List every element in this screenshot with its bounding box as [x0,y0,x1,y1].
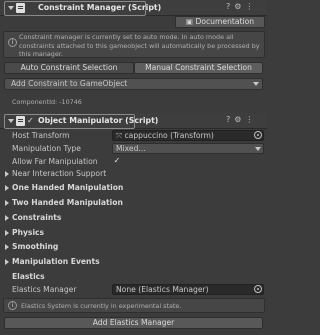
manipulation-type-value: Mixed... [116,144,146,153]
allow-far-label: Allow Far Manipulation [12,157,98,166]
script-icon [16,3,25,13]
caret-right-icon[interactable] [5,185,9,191]
more-icon[interactable]: ⋮ [245,2,253,11]
caret-right-icon[interactable] [5,259,9,265]
foldout-near-interaction[interactable]: Near Interaction Support [12,169,106,178]
more-icon[interactable]: ⋮ [245,115,253,124]
object-manipulator-title: Object Manipulator (Script) [38,116,159,125]
settings-icon[interactable]: ⚙ [234,2,241,11]
component-id: ComponentId: -10746 [12,98,82,106]
tab-auto-constraint[interactable]: Auto Constraint Selection [4,62,134,74]
elastics-manager-field[interactable]: None (Elastics Manager) [112,284,264,295]
elastics-manager-value: None (Elastics Manager) [116,285,209,294]
caret-right-icon[interactable] [5,244,9,250]
target-icon[interactable] [254,131,262,139]
script-icon [16,116,25,126]
foldout-manipulation-events[interactable]: Manipulation Events [12,257,100,266]
info-icon: i [8,38,17,47]
foldout-physics[interactable]: Physics [12,228,44,237]
header-icons: ? ⚙ ⋮ [222,2,253,11]
transform-icon: ⤧ [116,131,125,140]
foldout-one-handed[interactable]: One Handed Manipulation [12,183,123,192]
help-icon[interactable]: ? [226,115,230,124]
foldout-constraints[interactable]: Constraints [12,213,61,222]
add-constraint-label: Add Constraint to GameObject [11,79,128,88]
add-elastics-manager-button[interactable]: Add Elastics Manager [4,317,263,329]
caret-right-icon[interactable] [5,215,9,221]
documentation-button[interactable]: ▣ Documentation [175,16,265,28]
caret-down-icon[interactable] [8,119,14,123]
elastics-manager-label: Elastics Manager [12,285,77,294]
chevron-down-icon [255,147,261,151]
elastics-heading: Elastics [12,272,45,281]
chevron-down-icon [253,82,259,86]
manipulation-type-dropdown[interactable]: Mixed... [112,143,264,154]
enabled-checkbox[interactable]: ✓ [27,117,35,125]
help-icon[interactable]: ? [226,2,230,11]
target-icon[interactable] [254,285,262,293]
constraint-help-text: Constraint manager is currently set to a… [19,33,260,58]
settings-icon[interactable]: ⚙ [234,115,241,124]
manipulation-type-label: Manipulation Type [12,144,81,153]
elastics-warning-text: Elastics System is currently in experime… [21,302,182,310]
book-icon: ▣ [185,17,196,26]
add-constraint-dropdown[interactable]: Add Constraint to GameObject [4,78,263,90]
header-icons: ? ⚙ ⋮ [222,115,253,124]
caret-right-icon[interactable] [5,200,9,206]
tab-manual-constraint[interactable]: Manual Constraint Selection [134,62,263,74]
host-transform-field[interactable]: ⤧ cappuccino (Transform) [112,130,264,141]
caret-down-icon[interactable] [8,6,14,10]
foldout-smoothing[interactable]: Smoothing [12,242,58,251]
allow-far-checkbox[interactable]: ✓ [112,156,122,166]
documentation-label: Documentation [195,17,255,26]
host-transform-label: Host Transform [12,131,70,140]
caret-right-icon[interactable] [5,171,9,177]
constraint-manager-title: Constraint Manager (Script) [38,3,162,12]
caret-right-icon[interactable] [5,230,9,236]
foldout-two-handed[interactable]: Two Handed Manipulation [12,198,123,207]
host-transform-value: cappuccino (Transform) [124,131,214,140]
info-icon: i [8,301,17,310]
